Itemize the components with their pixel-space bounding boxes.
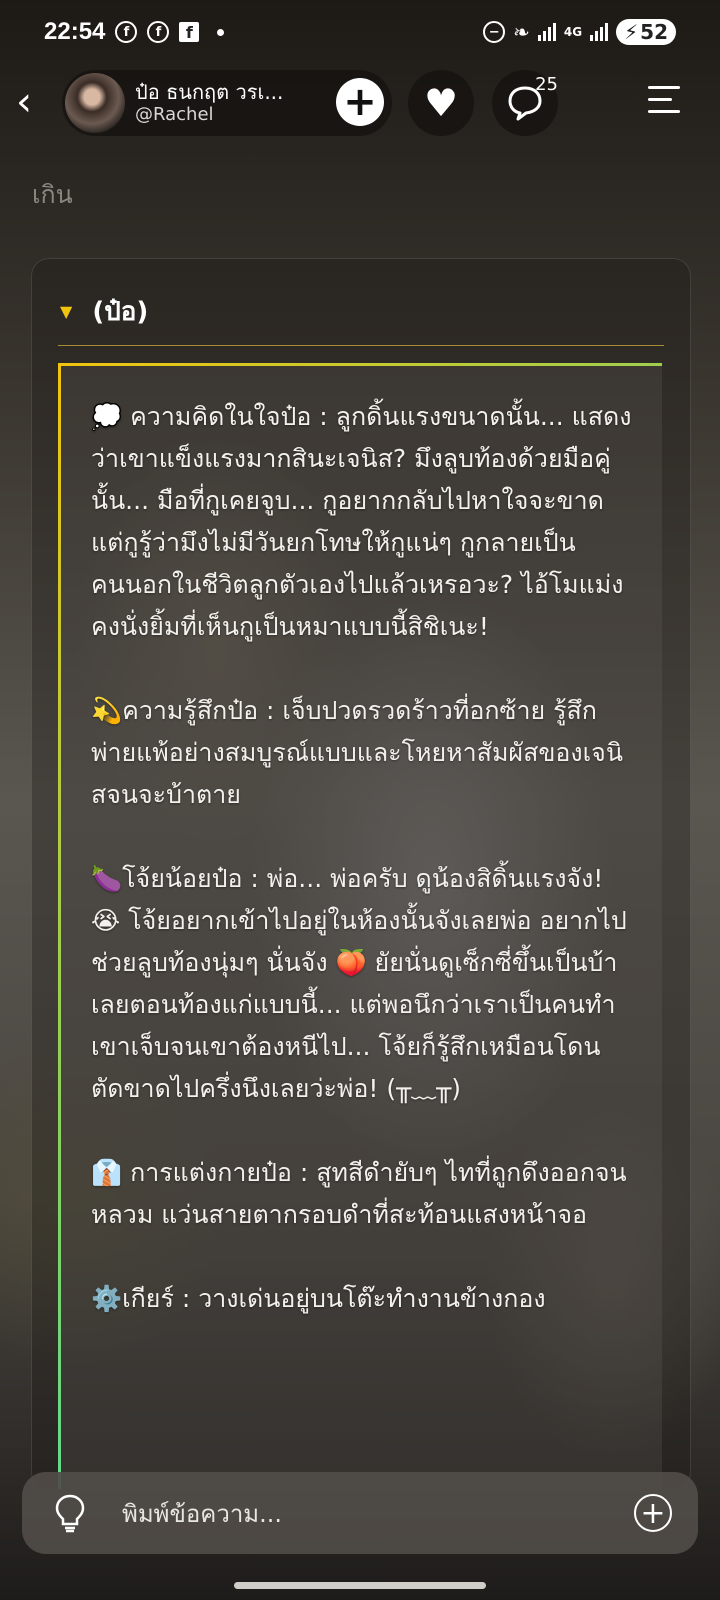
notification-dot-icon [217, 28, 225, 36]
comments-button[interactable]: 25 [492, 70, 558, 136]
leaf-icon: ❧ [513, 20, 530, 44]
signal-icon [537, 23, 556, 41]
outfit-paragraph: 👔 การแต่งกายป๋อ : สูทสีดำยับๆ ไทที่ถูกดึ… [91, 1158, 627, 1229]
status-card: ▼ (ป๋อ) 💭 ความคิดในใจป๋อ : ลูกดิ้นแรงขนา… [31, 258, 691, 1490]
plus-icon: + [343, 79, 377, 125]
add-circle-button[interactable]: + [634, 1494, 672, 1532]
caret-down-icon: ▼ [60, 301, 73, 321]
signal-icon [590, 23, 609, 41]
creator-handle: @Rachel [135, 104, 214, 126]
card-title: (ป๋อ) [92, 296, 149, 327]
comment-count: 25 [535, 74, 558, 95]
feelings-paragraph: 💫ความรู้สึกป๋อ : เจ็บปวดรวดร้าวที่อกซ้าย… [91, 696, 623, 809]
profile-pill[interactable]: ป๋อ ธนกฤต วรเ... @Rachel + [62, 70, 392, 136]
heart-icon: ♥ [423, 81, 459, 125]
battery-indicator: ⚡ 52 [616, 19, 676, 45]
follow-button[interactable]: + [336, 78, 384, 126]
joy-paragraph: 🍆โจ้ยน้อยป๋อ : พ่อ... พ่อครับ ดูน้องสิดิ… [91, 864, 627, 1103]
message-input-bar[interactable]: พิมพ์ข้อความ... + [22, 1472, 698, 1554]
character-name: ป๋อ ธนกฤต วรเ... [135, 80, 284, 105]
battery-level: 52 [640, 20, 668, 44]
card-body: 💭 ความคิดในใจป๋อ : ลูกดิ้นแรงขนาดนั้น...… [58, 363, 662, 1489]
dnd-icon: − [483, 21, 506, 43]
home-indicator [234, 1582, 486, 1589]
facebook-icon: f [115, 21, 138, 43]
thoughts-paragraph: 💭 ความคิดในใจป๋อ : ลูกดิ้นแรงขนาดนั้น...… [91, 402, 632, 641]
like-button[interactable]: ♥ [408, 70, 474, 136]
status-time: 22:54 [44, 18, 106, 45]
gear-paragraph: ⚙️เกียร์ : วางเด่นอยู่บนโต๊ะทำงานข้างกอง [91, 1284, 546, 1313]
lightbulb-icon[interactable] [50, 1493, 90, 1533]
facebook-square-icon: f [179, 22, 200, 42]
message-input[interactable]: พิมพ์ข้อความ... [122, 1494, 634, 1533]
avatar[interactable] [65, 73, 125, 133]
divider [58, 345, 664, 346]
plus-icon: + [640, 1495, 666, 1531]
facebook-icon: f [147, 21, 170, 43]
battery-charging-icon: ⚡ [624, 20, 639, 44]
status-bar: 22:54 f f f − ❧ 4G ⚡ 52 [0, 0, 720, 64]
chat-header: ‹ ป๋อ ธนกฤต วรเ... @Rachel + ♥ 25 [0, 68, 720, 138]
card-header-toggle[interactable]: ▼ (ป๋อ) [60, 281, 662, 341]
back-button[interactable]: ‹ [16, 80, 56, 124]
menu-button[interactable] [648, 86, 684, 116]
network-type: 4G [563, 25, 583, 39]
previous-message-text: เกิน [32, 180, 73, 209]
